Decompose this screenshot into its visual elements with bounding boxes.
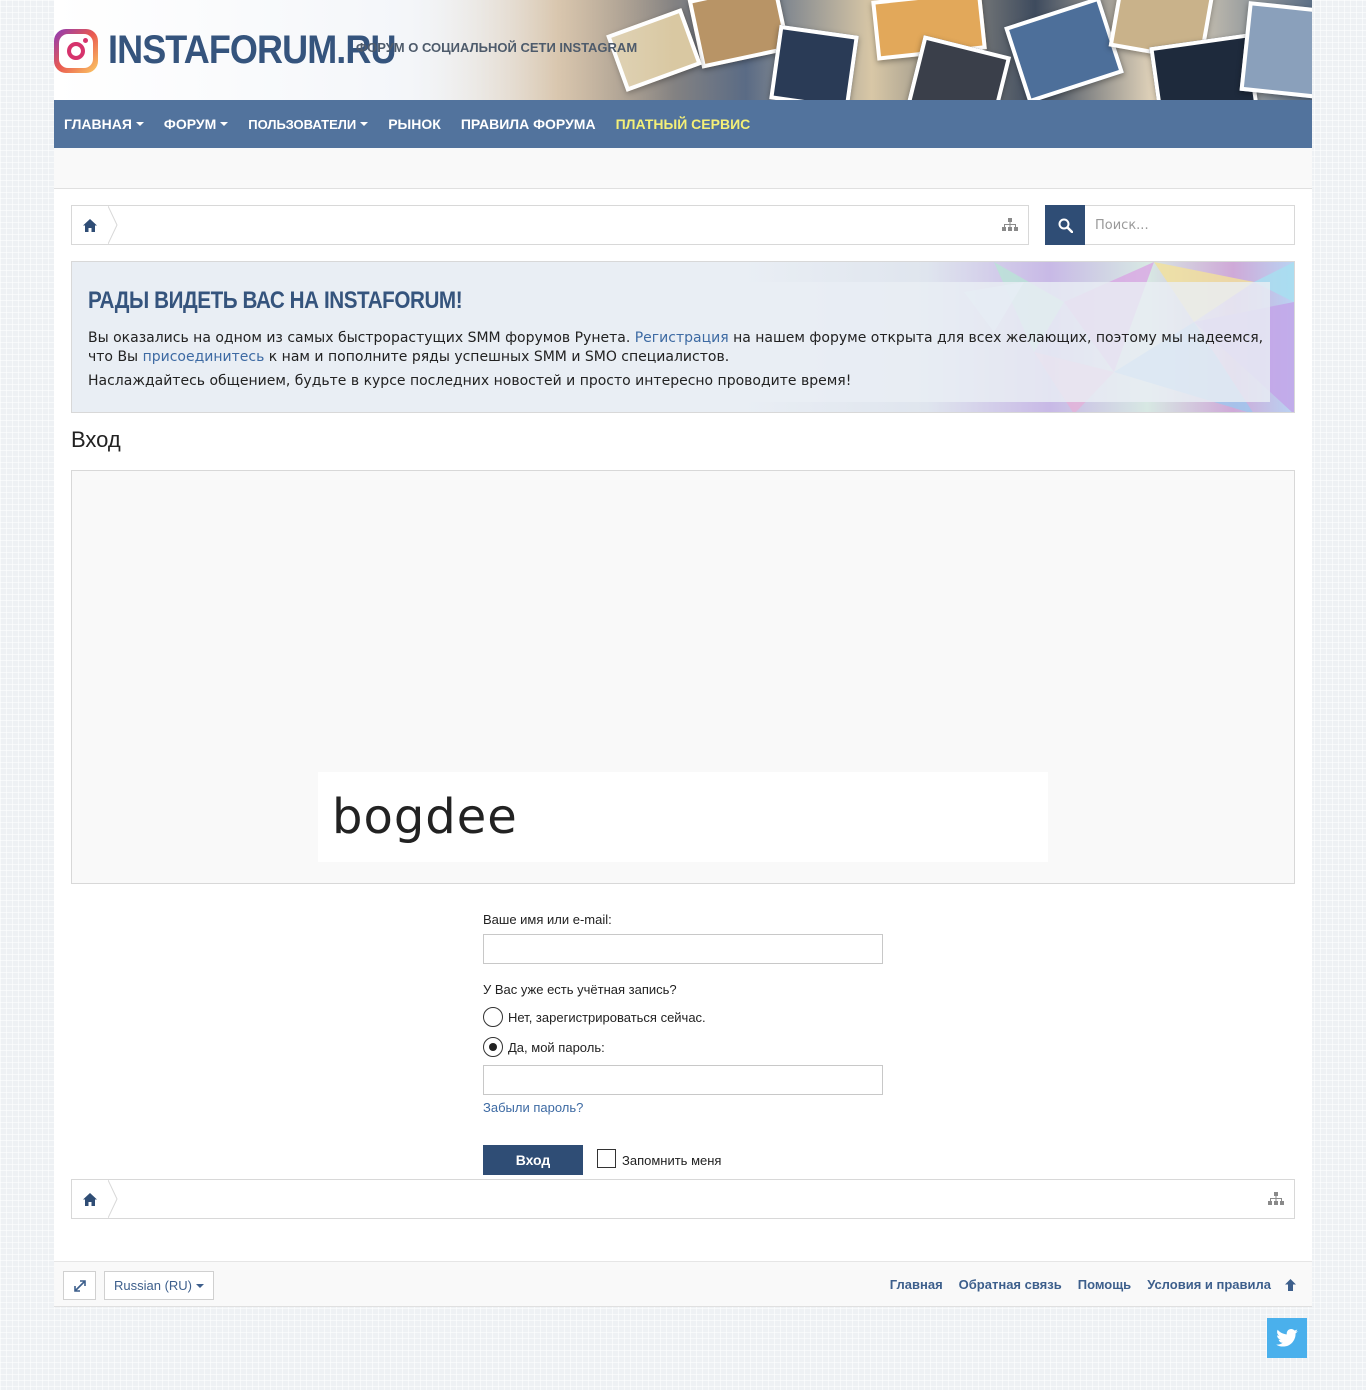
expand-width-button[interactable]	[63, 1271, 96, 1300]
account-question: У Вас уже есть учётная запись?	[483, 982, 677, 997]
footer-link-terms[interactable]: Условия и правила	[1147, 1277, 1271, 1292]
submit-row: Вход Запомнить меня	[483, 1145, 883, 1175]
nav-label: ГЛАВНАЯ	[64, 116, 132, 132]
home-icon	[83, 218, 97, 232]
remember-me-label: Запомнить меня	[622, 1152, 722, 1168]
search-button[interactable]	[1045, 205, 1085, 245]
nav-item-paid-service[interactable]: ПЛАТНЫЙ СЕРВИС	[616, 116, 751, 132]
nav-label: ПЛАТНЫЙ СЕРВИС	[615, 116, 751, 132]
twitter-icon	[1276, 1329, 1298, 1347]
footer-link-help[interactable]: Помощь	[1078, 1277, 1131, 1292]
notice-paragraph: Наслаждайтесь общением, будьте в курсе п…	[88, 373, 852, 389]
site-tagline: ФОРУМ О СОЦИАЛЬНОЙ СЕТИ INSTAGRAM	[356, 40, 638, 55]
nav-label: ПРАВИЛА ФОРУМА	[460, 116, 596, 132]
notice-title: Рады видеть вас на InstaForum!	[88, 287, 463, 314]
header-photo	[1239, 1, 1312, 99]
site-header: INSTAFORUM.RU ФОРУМ О СОЦИАЛЬНОЙ СЕТИ IN…	[54, 0, 1312, 100]
main-nav: ГЛАВНАЯ ФОРУМ ПОЛЬЗОВАТЕЛИ РЫНОК ПРАВИЛА…	[54, 100, 1312, 148]
captcha-box: bogdee	[71, 470, 1295, 884]
captcha-word: bogdee	[332, 789, 518, 845]
nav-item-users[interactable]: ПОЛЬЗОВАТЕЛИ	[248, 116, 369, 132]
breadcrumb-separator	[108, 206, 118, 244]
notice-text-part: к нам и пополните ряды успешных SMM и SM…	[264, 349, 730, 365]
username-input[interactable]	[483, 934, 883, 964]
site-footer: Russian (RU) Главная Обратная связь Помо…	[54, 1261, 1312, 1307]
bottom-breadcrumb-row	[71, 1179, 1295, 1219]
top-breadcrumb-row	[71, 205, 1295, 245]
radio-password-label: Да, мой пароль:	[508, 1039, 605, 1055]
main-content: Рады видеть вас на InstaForum! Вы оказал…	[54, 189, 1312, 1261]
notice-text: Вы оказались на одном из самых быстрорас…	[88, 329, 1264, 391]
header-photo	[906, 35, 1012, 100]
logo-text: INSTAFORUM.RU	[108, 28, 397, 72]
captcha-image: bogdee	[318, 772, 1048, 862]
breadcrumb	[71, 205, 1029, 245]
nav-item-forum[interactable]: ФОРУМ	[163, 116, 229, 132]
username-label: Ваше имя или e-mail:	[483, 912, 612, 927]
forgot-password-link[interactable]: Забыли пароль?	[483, 1100, 883, 1115]
nav-item-market[interactable]: РЫНОК	[388, 116, 441, 132]
header-photo	[1004, 0, 1124, 100]
login-button[interactable]: Вход	[483, 1145, 583, 1175]
radio-register[interactable]	[483, 1007, 503, 1027]
remember-me-checkbox[interactable]	[597, 1148, 616, 1168]
twitter-button[interactable]	[1267, 1318, 1307, 1358]
breadcrumb	[71, 1179, 1295, 1219]
page-title: Вход	[71, 427, 121, 452]
radio-register-row[interactable]: Нет, зарегистрироваться сейчас.	[483, 1007, 883, 1027]
welcome-notice: Рады видеть вас на InstaForum! Вы оказал…	[71, 261, 1295, 413]
radio-password-row[interactable]: Да, мой пароль:	[483, 1037, 883, 1057]
notice-body: Рады видеть вас на InstaForum! Вы оказал…	[82, 282, 1270, 402]
caret-down-icon	[220, 122, 229, 126]
footer-link-home[interactable]: Главная	[890, 1277, 943, 1292]
arrow-up-icon[interactable]	[1285, 1278, 1296, 1291]
sitemap-icon[interactable]	[1268, 1192, 1284, 1206]
page-wrapper: INSTAFORUM.RU ФОРУМ О СОЦИАЛЬНОЙ СЕТИ IN…	[54, 0, 1312, 1307]
caret-down-icon	[135, 122, 144, 126]
nav-label: ФОРУМ	[163, 116, 217, 132]
radio-password[interactable]	[483, 1037, 503, 1057]
expand-icon	[73, 1279, 86, 1292]
nav-item-home[interactable]: ГЛАВНАЯ	[64, 116, 144, 132]
language-chooser[interactable]: Russian (RU)	[104, 1271, 214, 1300]
join-link[interactable]: присоединитесь	[143, 349, 265, 365]
sub-nav-bar	[54, 148, 1312, 189]
nav-label: ПОЛЬЗОВАТЕЛИ	[248, 116, 357, 132]
nav-item-rules[interactable]: ПРАВИЛА ФОРУМА	[461, 116, 596, 132]
breadcrumb-home[interactable]	[72, 1180, 108, 1218]
footer-link-contact[interactable]: Обратная связь	[959, 1277, 1062, 1292]
instagram-logo-icon	[54, 28, 98, 73]
nav-label: РЫНОК	[388, 116, 441, 132]
notice-text-part: Вы оказались на одном из самых быстрорас…	[88, 330, 635, 346]
notice-paragraph: Вы оказались на одном из самых быстрорас…	[88, 329, 1264, 367]
register-link[interactable]: Регистрация	[635, 330, 729, 346]
login-form: Ваше имя или e-mail: У Вас уже есть учёт…	[483, 912, 883, 1175]
footer-links: Главная Обратная связь Помощь Условия и …	[874, 1277, 1296, 1292]
sitemap-icon[interactable]	[1002, 218, 1018, 232]
home-icon	[83, 1192, 97, 1206]
breadcrumb-separator	[108, 1180, 118, 1218]
breadcrumb-home[interactable]	[72, 206, 108, 244]
radio-register-label: Нет, зарегистрироваться сейчас.	[508, 1009, 706, 1025]
password-input[interactable]	[483, 1065, 883, 1095]
caret-down-icon	[196, 1283, 204, 1288]
search-input[interactable]	[1085, 205, 1295, 245]
caret-down-icon	[360, 122, 369, 126]
search-icon	[1058, 218, 1073, 233]
header-photo	[769, 24, 859, 100]
language-label: Russian (RU)	[113, 1278, 192, 1293]
